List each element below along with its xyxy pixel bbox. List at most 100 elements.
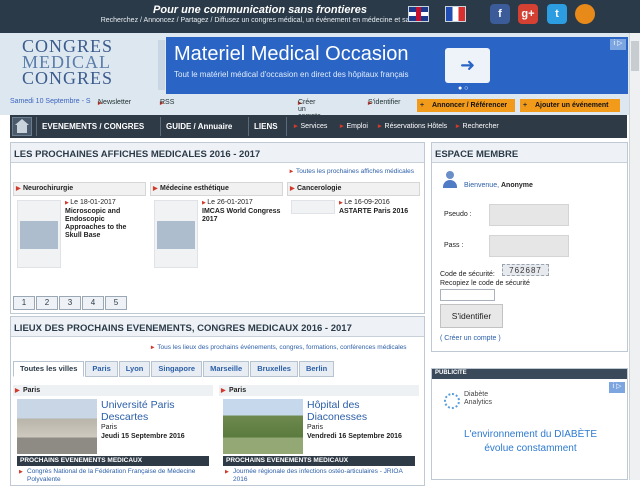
arrow-right-icon[interactable]: ➜ xyxy=(445,48,490,83)
affiche-category[interactable]: Neurochirurgie xyxy=(13,182,146,196)
tab-marseille[interactable]: Marseille xyxy=(203,361,250,377)
nav-services-label[interactable]: Services xyxy=(301,123,328,130)
venue-event-link[interactable]: Congrès National de la Fédération França… xyxy=(19,468,207,484)
tab-singapore[interactable]: Singapore xyxy=(151,361,203,377)
ad-headline-1[interactable]: L'environnement du DIABÈTE xyxy=(432,429,629,440)
nav-hotels[interactable]: ▸ Réservations Hôtels xyxy=(378,122,447,130)
scrollbar-thumb[interactable] xyxy=(631,41,639,71)
ad-info-icon[interactable]: i ▷ xyxy=(610,39,626,50)
venue-event-link[interactable]: Journée régionale des infections ostéo-a… xyxy=(225,468,413,484)
page-button[interactable]: 2 xyxy=(36,296,58,310)
affiche-poster[interactable] xyxy=(17,200,61,268)
nav-separator xyxy=(286,117,287,136)
venue-city-header[interactable]: Paris xyxy=(219,385,419,396)
nav-services[interactable]: ▸ Services xyxy=(294,122,327,130)
affiche-category[interactable]: Médecine esthétique xyxy=(150,182,283,196)
french-flag-icon[interactable] xyxy=(445,6,466,22)
nav-liens[interactable]: LIENS xyxy=(254,122,278,131)
page-button[interactable]: 5 xyxy=(105,296,127,310)
nav-guide[interactable]: GUIDE / Annuaire xyxy=(166,122,232,131)
all-lieux-label[interactable]: Tous les lieux des prochains événements,… xyxy=(157,344,406,351)
affiche-card[interactable]: Médecine esthétique Le 26-01-2017 IMCAS … xyxy=(150,182,283,272)
lieux-panel: LIEUX DES PROCHAINS EVENEMENTS, CONGRES … xyxy=(10,316,425,486)
rss-icon[interactable] xyxy=(575,4,595,24)
venue-date: Vendredi 16 Septembre 2016 xyxy=(307,433,402,440)
login-label[interactable]: S'identifier xyxy=(368,99,400,106)
twitter-icon[interactable]: t xyxy=(547,4,567,24)
tab-lyon[interactable]: Lyon xyxy=(118,361,151,377)
affiche-card[interactable]: Cancerologie Le 16-09-2016 ASTARTE Paris… xyxy=(287,182,420,272)
city-tabs: Toutes les villes Paris Lyon Singapore Marse… xyxy=(13,361,335,377)
page-button[interactable]: 3 xyxy=(59,296,81,310)
nav-separator xyxy=(248,117,249,136)
affiche-card[interactable]: Neurochirurgie Le 18-01-2017 Microscopic… xyxy=(13,182,146,272)
pseudo-input[interactable] xyxy=(489,204,569,226)
tab-paris[interactable]: Paris xyxy=(85,361,118,377)
newsletter-label[interactable]: Newsletter xyxy=(98,99,131,106)
nav-search[interactable]: ▸ Rechercher xyxy=(456,122,499,130)
affiche-event[interactable]: Microscopic and Endoscopic Approaches to… xyxy=(65,208,145,240)
tab-bruxelles[interactable]: Bruxelles xyxy=(250,361,298,377)
ad-info-icon[interactable]: i ▷ xyxy=(609,382,625,393)
ad-headline-2[interactable]: évolue constamment xyxy=(432,443,629,454)
venue-card: Paris Hôpital des Diaconesses Paris Vend… xyxy=(219,385,419,485)
nav-emploi[interactable]: ▸ Emploi xyxy=(340,122,368,130)
nav-separator xyxy=(160,117,161,136)
password-input[interactable] xyxy=(489,235,569,257)
all-lieux-link[interactable]: ▸ Tous les lieux des prochains événements… xyxy=(151,343,407,351)
member-panel: ESPACE MEMBRE Bienvenue, Anonyme Pseudo … xyxy=(431,142,628,352)
page-button[interactable]: 1 xyxy=(13,296,35,310)
subslogan: Recherchez / Annoncez / Partagez / Diffu… xyxy=(100,17,420,24)
add-event-button[interactable]: Ajouter un événement xyxy=(520,99,620,112)
top-ad-banner[interactable]: Materiel Medical Occasion Tout le matéri… xyxy=(166,37,628,94)
ad-title[interactable]: Materiel Medical Occasion xyxy=(174,43,409,66)
main-nav: EVENEMENTS / CONGRES GUIDE / Annuaire LI… xyxy=(10,115,627,138)
venue-photo[interactable] xyxy=(223,399,303,454)
nav-separator xyxy=(36,117,37,136)
venue-card: Paris Université Paris Descartes Paris J… xyxy=(13,385,213,485)
all-affiches-label[interactable]: Toutes les prochaines affiches médicales xyxy=(296,168,414,175)
login-button[interactable]: S'identifier xyxy=(440,304,503,328)
site-logo[interactable]: CONGRES MEDICAL CONGRES xyxy=(22,37,132,87)
side-ad[interactable]: PUBLICITE i ▷ Diabète Analytics L'environ… xyxy=(431,368,628,480)
nav-search-label[interactable]: Rechercher xyxy=(463,123,499,130)
captcha-image: 762687 xyxy=(502,264,549,276)
ad-brand-line-2: Analytics xyxy=(464,399,493,406)
vertical-scrollbar[interactable] xyxy=(629,33,640,480)
create-account-link[interactable]: ( Créer un compte ) xyxy=(440,335,501,342)
google-plus-icon[interactable]: g+ xyxy=(518,4,538,24)
rss-label[interactable]: RSS xyxy=(160,99,174,106)
page-button[interactable]: 4 xyxy=(82,296,104,310)
english-flag-icon[interactable] xyxy=(408,6,429,22)
facebook-icon[interactable]: f xyxy=(490,4,510,24)
affiche-category[interactable]: Cancerologie xyxy=(287,182,420,196)
user-icon xyxy=(442,171,460,189)
venue-name[interactable]: Université Paris Descartes xyxy=(101,399,211,423)
username: Anonyme xyxy=(500,182,533,189)
diabete-logo-icon xyxy=(444,393,460,409)
venue-name[interactable]: Hôpital des Diaconesses xyxy=(307,399,417,423)
affiches-panel: LES PROCHAINES AFFICHES MEDICALES 2016 -… xyxy=(10,142,425,314)
announce-button[interactable]: Annoncer / Référencer xyxy=(417,99,515,112)
affiche-poster[interactable] xyxy=(154,200,198,268)
affiche-poster[interactable] xyxy=(291,200,335,214)
nav-events[interactable]: EVENEMENTS / CONGRES xyxy=(42,122,144,131)
nav-emploi-label[interactable]: Emploi xyxy=(347,123,368,130)
affiche-event[interactable]: ASTARTE Paris 2016 xyxy=(339,208,419,216)
security-code-input[interactable] xyxy=(440,289,495,301)
member-title: ESPACE MEMBRE xyxy=(432,143,627,163)
affiches-title: LES PROCHAINES AFFICHES MEDICALES 2016 -… xyxy=(11,143,424,163)
ad-carousel-dots[interactable]: ● ○ xyxy=(458,85,468,92)
all-affiches-link[interactable]: ▸ Toutes les prochaines affiches médicale… xyxy=(290,167,414,175)
pseudo-label: Pseudo : xyxy=(444,211,472,218)
home-icon[interactable] xyxy=(12,117,32,136)
tab-all-cities[interactable]: Toutes les villes xyxy=(13,361,85,377)
tab-berlin[interactable]: Berlin xyxy=(298,361,335,377)
welcome-text: Bienvenue, Anonyme xyxy=(464,182,533,189)
venue-city: Paris xyxy=(101,424,117,431)
venue-city-header[interactable]: Paris xyxy=(13,385,213,396)
nav-hotels-label[interactable]: Réservations Hôtels xyxy=(385,123,448,130)
venue-photo[interactable] xyxy=(17,399,97,454)
affiche-event[interactable]: IMCAS World Congress 2017 xyxy=(202,208,282,224)
top-bar: Pour une communication sans frontieres R… xyxy=(0,0,640,33)
